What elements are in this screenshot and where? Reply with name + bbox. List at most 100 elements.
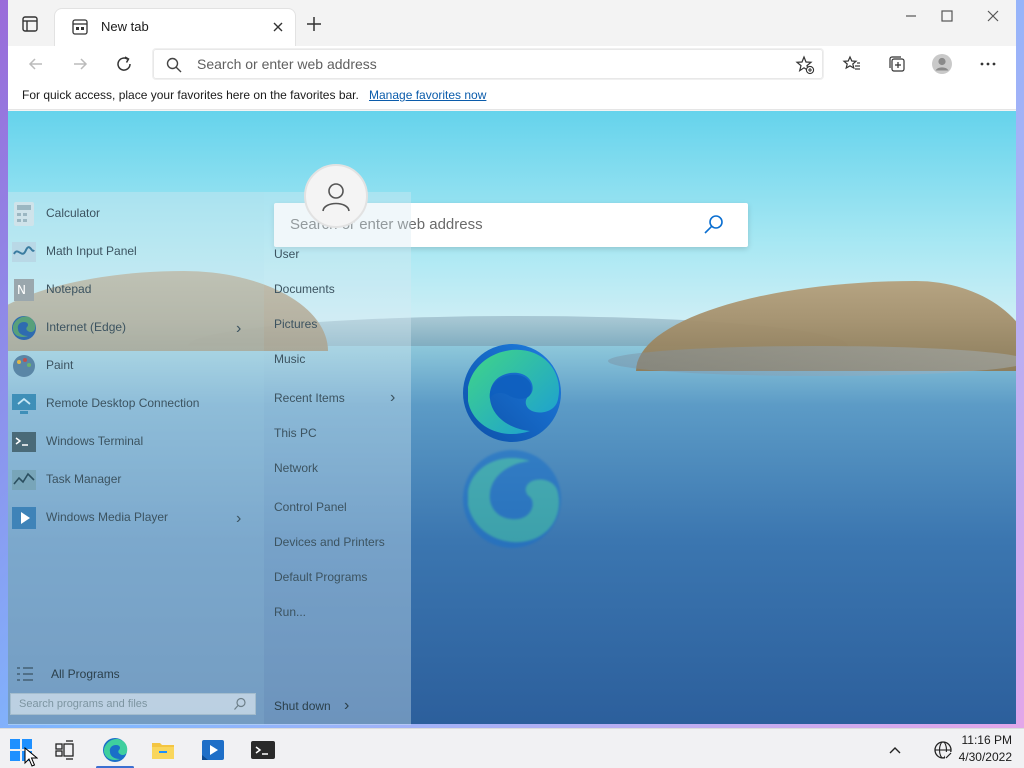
new-tab-plus-icon[interactable]	[304, 14, 324, 34]
start-program-item[interactable]: N Notepad	[8, 272, 264, 308]
math-input-icon	[10, 238, 40, 268]
file-explorer-icon[interactable]	[148, 735, 178, 765]
edge-taskbar-icon[interactable]	[100, 735, 130, 765]
close-tab-icon[interactable]	[267, 16, 289, 38]
media-player-icon	[10, 504, 40, 534]
start-program-label: Internet (Edge)	[46, 320, 127, 334]
shut-down-button[interactable]: Shut down ›	[274, 697, 349, 714]
start-place-item[interactable]: Devices and Printers	[274, 535, 385, 549]
start-search-icon	[233, 697, 247, 711]
notepad-icon: N	[10, 276, 40, 306]
start-search-placeholder: Search programs and files	[19, 698, 148, 710]
more-options-icon[interactable]	[976, 52, 1000, 76]
start-place-item[interactable]: Network	[274, 461, 318, 475]
submenu-arrow-icon[interactable]: ›	[236, 320, 241, 338]
all-programs-label: All Programs	[51, 667, 120, 681]
favorites-icon[interactable]	[840, 52, 864, 76]
start-place-item[interactable]: Music	[274, 352, 305, 366]
new-tab-favicon-icon	[71, 18, 89, 36]
start-place-label: This PC	[274, 426, 317, 440]
start-program-item[interactable]: Windows Media Player ›	[8, 500, 264, 536]
submenu-arrow-icon[interactable]: ›	[236, 510, 241, 528]
clock-date: 4/30/2022	[958, 750, 1012, 764]
taskbar: 11:16 PM 4/30/2022	[0, 728, 1024, 768]
network-globe-icon[interactable]	[928, 735, 958, 765]
address-bar[interactable]: Search or enter web address	[152, 48, 824, 80]
start-program-label: Paint	[46, 358, 74, 372]
start-place-item[interactable]: Control Panel	[274, 500, 347, 514]
edge-icon	[10, 314, 40, 344]
start-place-item[interactable]: Recent Items ›	[274, 389, 395, 406]
start-program-item[interactable]: Windows Terminal	[8, 424, 264, 460]
address-placeholder: Search or enter web address	[197, 56, 377, 72]
clock-time: 11:16 PM	[961, 733, 1012, 747]
start-program-label: Windows Media Player	[46, 510, 169, 524]
back-arrow-icon[interactable]	[22, 50, 50, 78]
mouse-cursor-icon	[24, 746, 39, 767]
refresh-icon[interactable]	[110, 50, 138, 78]
calculator-icon	[10, 200, 40, 230]
submenu-arrow-icon[interactable]: ›	[390, 389, 395, 407]
all-programs-list-icon	[16, 666, 34, 682]
tab-actions-icon[interactable]	[20, 14, 40, 34]
start-place-label: Control Panel	[274, 500, 347, 514]
favorites-message: For quick access, place your favorites h…	[22, 88, 359, 102]
collections-icon[interactable]	[885, 52, 909, 76]
start-program-item[interactable]: Task Manager	[8, 462, 264, 498]
media-player-taskbar-icon[interactable]	[198, 735, 228, 765]
user-avatar-icon[interactable]	[304, 164, 368, 228]
start-program-item[interactable]: Internet (Edge) ›	[8, 310, 264, 346]
add-favorite-star-icon[interactable]	[795, 55, 815, 75]
start-place-label: Network	[274, 461, 319, 475]
tab-new-tab[interactable]: New tab	[54, 8, 296, 46]
terminal-taskbar-icon[interactable]	[248, 735, 278, 765]
start-place-item[interactable]: Pictures	[274, 317, 317, 331]
forward-arrow-icon[interactable]	[66, 50, 94, 78]
start-menu: Calculator Math Input Panel N Notepad Intern…	[8, 164, 411, 725]
favorites-bar: For quick access, place your favorites h…	[8, 82, 1016, 110]
start-program-label: Math Input Panel	[46, 244, 137, 258]
start-place-label: Devices and Printers	[274, 535, 385, 549]
start-program-label: Remote Desktop Connection	[46, 396, 200, 410]
start-place-item[interactable]: Run...	[274, 605, 306, 619]
page-search-icon[interactable]	[702, 213, 726, 237]
tab-title: New tab	[101, 19, 149, 34]
start-place-label: User	[274, 247, 300, 261]
start-place-label: Default Programs	[274, 570, 368, 584]
manage-favorites-link[interactable]: Manage favorites now	[369, 88, 486, 102]
navigation-toolbar: Search or enter web address	[8, 46, 1016, 82]
task-view-icon[interactable]	[50, 735, 80, 765]
maximize-icon[interactable]	[924, 4, 970, 28]
show-hidden-icons-chevron-icon[interactable]	[880, 735, 910, 765]
shut-down-label: Shut down	[274, 699, 331, 713]
start-place-label: Music	[274, 352, 306, 366]
start-program-item[interactable]: Remote Desktop Connection	[8, 386, 264, 422]
system-clock[interactable]: 11:16 PM 4/30/2022	[959, 732, 1012, 766]
start-place-item[interactable]: Default Programs	[274, 570, 367, 584]
start-program-item[interactable]: Paint	[8, 348, 264, 384]
start-place-item[interactable]: User	[274, 247, 299, 261]
start-program-label: Windows Terminal	[46, 434, 144, 448]
start-search-input[interactable]: Search programs and files	[10, 693, 256, 715]
close-window-icon[interactable]	[970, 4, 1016, 28]
start-program-item[interactable]: Calculator	[8, 196, 264, 232]
tab-bar: New tab	[8, 0, 1016, 46]
shoreline	[608, 346, 1016, 376]
shut-down-arrow-icon[interactable]: ›	[344, 697, 349, 715]
search-icon	[165, 56, 183, 74]
all-programs-button[interactable]: All Programs	[8, 662, 258, 686]
task-manager-icon	[10, 466, 40, 496]
svg-text:N: N	[17, 283, 26, 297]
terminal-icon	[10, 428, 40, 458]
profile-avatar-icon[interactable]	[930, 52, 954, 76]
paint-icon	[10, 352, 40, 382]
start-program-label: Notepad	[46, 282, 92, 296]
start-place-label: Recent Items	[274, 391, 345, 405]
start-menu-places-pane	[264, 192, 411, 725]
start-program-item[interactable]: Math Input Panel	[8, 234, 264, 270]
start-place-label: Documents	[274, 282, 335, 296]
start-place-label: Run...	[274, 605, 307, 619]
start-program-label: Calculator	[46, 206, 101, 220]
start-place-item[interactable]: This PC	[274, 426, 317, 440]
start-place-item[interactable]: Documents	[274, 282, 335, 296]
